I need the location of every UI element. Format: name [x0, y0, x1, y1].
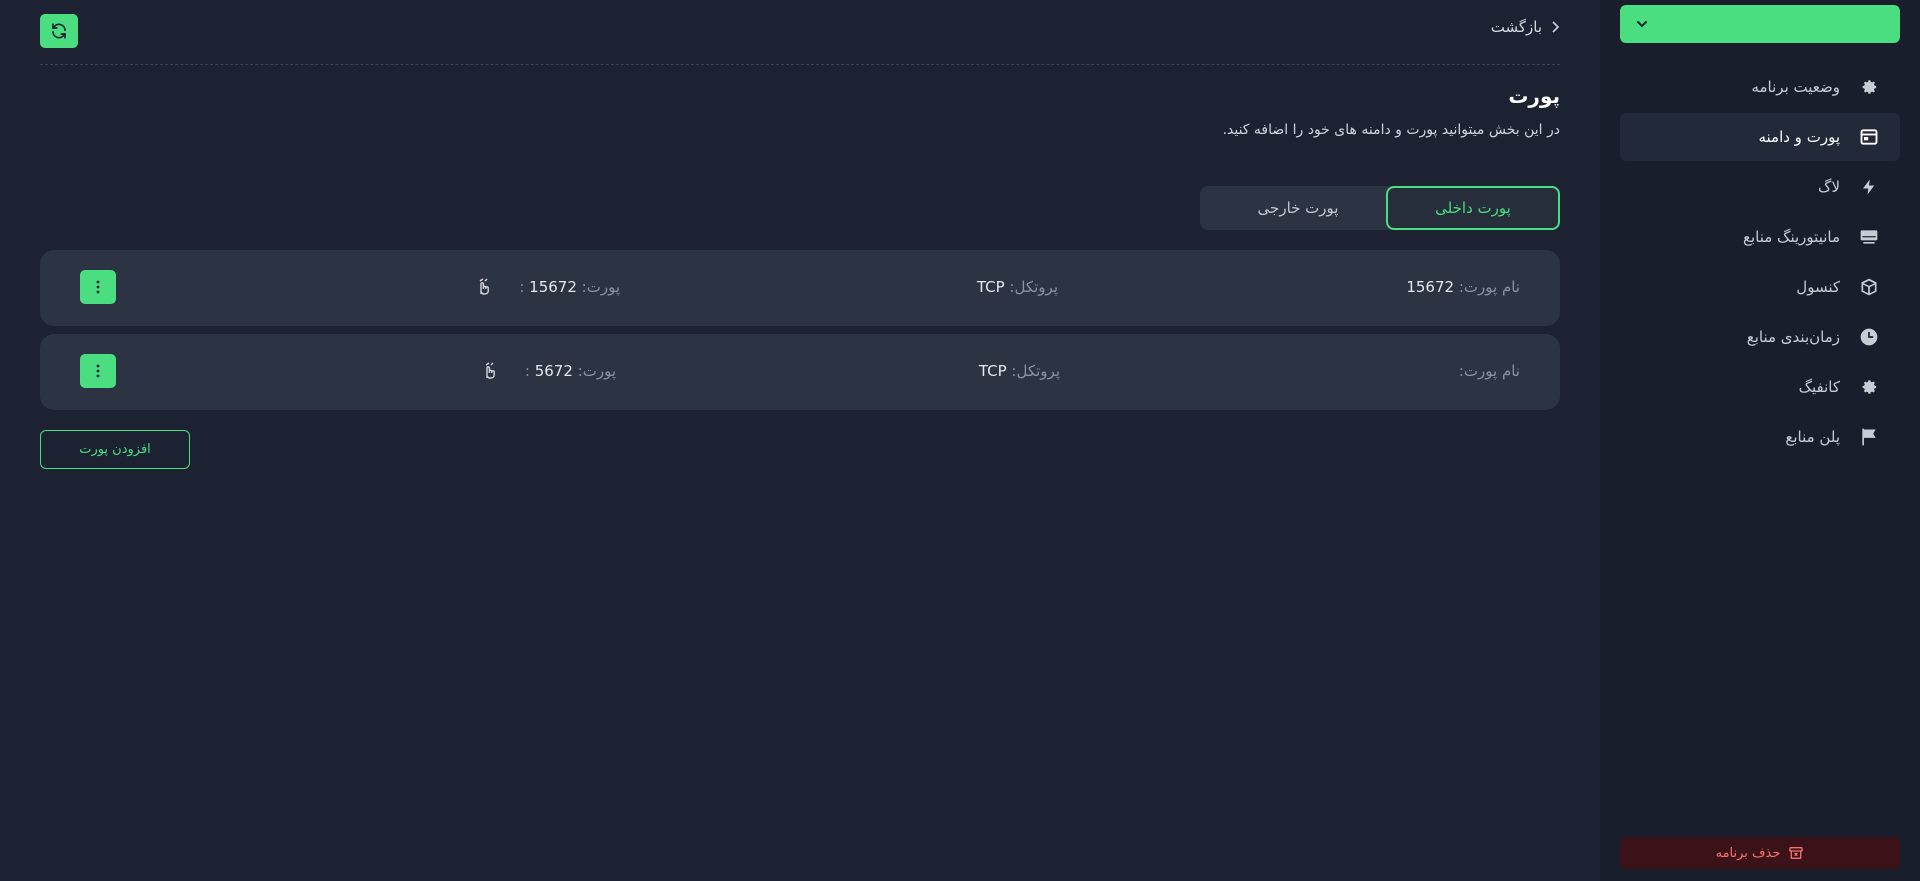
protocol-value: TCP: [976, 278, 1005, 296]
bolt-icon: [1858, 176, 1880, 198]
sidebar-item-resource-scheduling[interactable]: زمان‌بندی منابع: [1620, 313, 1900, 361]
header-divider: [40, 64, 1560, 65]
chevron-down-icon: [1637, 21, 1647, 28]
window-icon: [1858, 126, 1880, 148]
app-selector-dropdown[interactable]: [1620, 5, 1900, 43]
gear-icon: [1858, 76, 1880, 98]
delete-app-button[interactable]: حذف برنامه: [1620, 837, 1900, 869]
more-options-button[interactable]: [80, 270, 116, 304]
chevron-right-icon: [1552, 21, 1560, 33]
flag-icon: [1858, 426, 1880, 448]
kebab-menu-icon: [96, 364, 100, 378]
port-field: پورت: 5672 :: [525, 362, 616, 380]
port-row: نام پورت: پروتکل: TCP پورت: 5672 :: [40, 334, 1560, 410]
port-suffix: :: [524, 362, 530, 380]
port-label: پورت:: [581, 278, 620, 296]
gear-icon: [1858, 376, 1880, 398]
page-description: در این بخش میتوانید پورت و دامنه های خود…: [1222, 122, 1560, 138]
sidebar-item-port-domain[interactable]: پورت و دامنه: [1620, 113, 1900, 161]
pointer-icon[interactable]: [482, 362, 498, 380]
protocol-field: پروتکل: TCP: [979, 362, 1060, 380]
sidebar-item-label: پورت و دامنه: [1758, 128, 1840, 146]
sidebar-item-label: مانیتورینگ منابع: [1742, 228, 1840, 246]
sidebar-item-label: زمان‌بندی منابع: [1746, 328, 1840, 346]
port-suffix: :: [519, 278, 525, 296]
page-title: پورت: [1508, 84, 1560, 108]
sidebar: وضعیت برنامه پورت و دامنه لاگ مانیتورینگ…: [1600, 0, 1920, 881]
sidebar-item-config[interactable]: کانفیگ: [1620, 363, 1900, 411]
protocol-label: پروتکل:: [1009, 278, 1058, 296]
port-name-label: نام پورت:: [1458, 362, 1520, 380]
sidebar-item-log[interactable]: لاگ: [1620, 163, 1900, 211]
sidebar-item-label: پلن منابع: [1785, 428, 1840, 446]
main-content: بازگشت پورت در این بخش میتوانید پورت و د…: [40, 0, 1560, 881]
sidebar-item-console[interactable]: کنسول: [1620, 263, 1900, 311]
protocol-field: پروتکل: TCP: [977, 278, 1058, 296]
monitor-icon: [1858, 226, 1880, 248]
kebab-menu-icon: [96, 280, 100, 294]
cube-icon: [1858, 276, 1880, 298]
port-value: 15672: [529, 278, 577, 296]
port-name-field: نام پورت: 15672: [1406, 278, 1520, 296]
port-tabs: پورت داخلی پورت خارجی: [1200, 186, 1560, 230]
delete-app-label: حذف برنامه: [1715, 845, 1781, 861]
archive-x-icon: [1789, 847, 1804, 859]
port-label: پورت:: [577, 362, 616, 380]
tab-external-port[interactable]: پورت خارجی: [1210, 186, 1386, 230]
sidebar-nav: وضعیت برنامه پورت و دامنه لاگ مانیتورینگ…: [1620, 63, 1900, 463]
clock-icon: [1858, 326, 1880, 348]
sidebar-item-resource-monitoring[interactable]: مانیتورینگ منابع: [1620, 213, 1900, 261]
sidebar-item-label: وضعیت برنامه: [1751, 78, 1840, 96]
port-name-field: نام پورت:: [1459, 362, 1520, 380]
protocol-value: TCP: [978, 362, 1007, 380]
port-name-label: نام پورت:: [1458, 278, 1520, 296]
sidebar-item-label: کانفیگ: [1798, 378, 1840, 396]
more-options-button[interactable]: [80, 354, 116, 388]
sidebar-item-app-status[interactable]: وضعیت برنامه: [1620, 63, 1900, 111]
add-port-button[interactable]: افزودن پورت: [40, 430, 190, 469]
port-name-value: 15672: [1406, 278, 1455, 296]
back-link[interactable]: بازگشت: [1491, 18, 1560, 36]
port-row: نام پورت: 15672 پروتکل: TCP پورت: 15672 …: [40, 250, 1560, 326]
protocol-label: پروتکل:: [1011, 362, 1060, 380]
sidebar-item-label: لاگ: [1818, 178, 1840, 196]
sidebar-item-resource-plan[interactable]: پلن منابع: [1620, 413, 1900, 461]
sidebar-item-label: کنسول: [1796, 278, 1840, 296]
port-field: پورت: 15672 :: [519, 278, 620, 296]
pointer-icon[interactable]: [476, 278, 492, 296]
tab-internal-port[interactable]: پورت داخلی: [1386, 186, 1560, 230]
port-value: 5672: [534, 362, 573, 380]
refresh-icon: [52, 23, 66, 39]
back-label: بازگشت: [1490, 18, 1542, 36]
refresh-button[interactable]: [40, 14, 78, 48]
